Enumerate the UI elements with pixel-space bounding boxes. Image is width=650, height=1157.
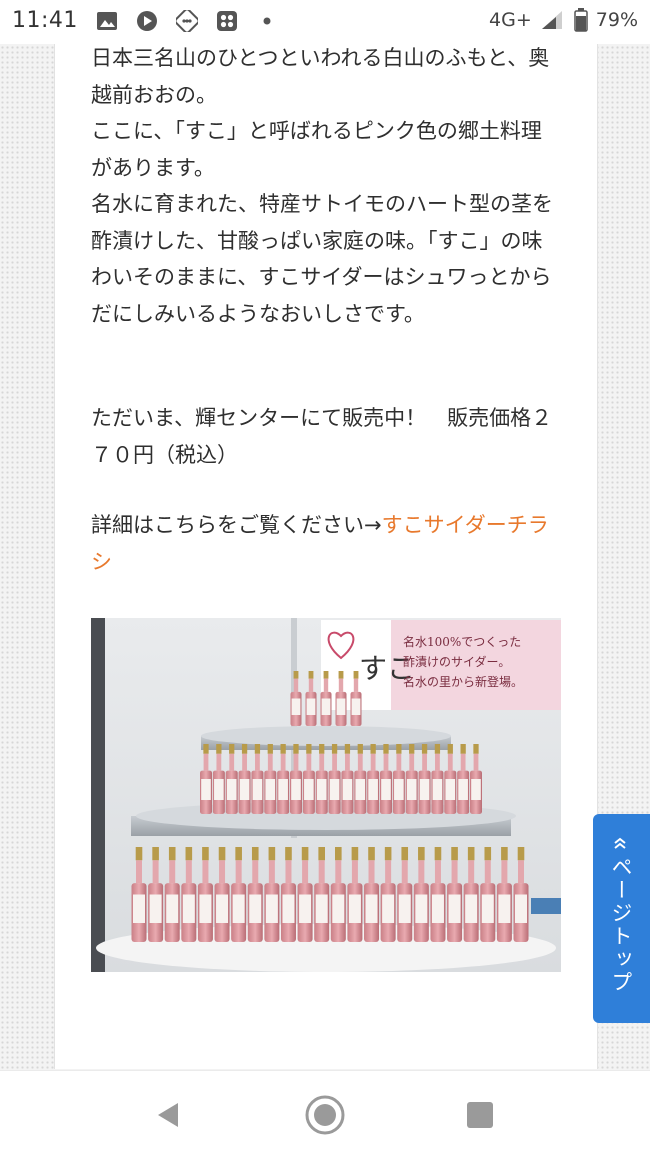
dot-icon — [263, 17, 271, 25]
network-type: 4G+ — [489, 9, 532, 31]
details-text: 詳細はこちらをご覧ください→ — [91, 513, 382, 537]
grid-app-icon — [217, 11, 237, 31]
navigation-bar — [0, 1070, 650, 1157]
status-time: 11:41 — [12, 8, 78, 33]
article-paragraph-intro: 日本三名山のひとつといわれる白山のふもと、奥越前おおの。 ここに、「すこ」と呼ば… — [91, 46, 553, 326]
dice-icon — [176, 10, 198, 32]
banner-line-2: 酢漬けのサイダー。 — [403, 654, 510, 669]
double-chevron-up-icon — [614, 837, 626, 849]
signal-icon — [541, 11, 562, 29]
banner-line-1: 名水100%でつくった — [403, 634, 521, 649]
status-bar: 11:41 4G+ 79% — [0, 0, 650, 44]
notification-icons — [96, 10, 278, 32]
home-circle-icon[interactable] — [303, 1093, 347, 1137]
back-triangle-icon[interactable] — [146, 1093, 190, 1137]
page-top-button[interactable]: ページトップ — [593, 814, 650, 1023]
play-icon — [137, 11, 157, 31]
photo-scene: すこ 名水100%でつくった 酢漬けのサイダー。 名水の里から新登場。 — [91, 618, 561, 972]
article-content: 日本三名山のひとつといわれる白山のふもと、奥越前おおの。 ここに、「すこ」と呼ば… — [54, 44, 598, 1069]
recents-square-icon[interactable] — [458, 1093, 502, 1137]
page-top-label: ページトップ — [609, 856, 633, 994]
battery-level: 79% — [595, 9, 638, 31]
image-icon — [97, 12, 117, 30]
article-paragraph-sales: ただいま、輝センターにて販売中！ 販売価格２７０円（税込） — [91, 406, 553, 467]
cider-display-photo: すこ 名水100%でつくった 酢漬けのサイダー。 名水の里から新登場。 — [91, 618, 561, 972]
status-right: 4G+ 79% — [489, 8, 638, 32]
battery-icon — [574, 8, 588, 32]
banner-line-3: 名水の里から新登場。 — [403, 674, 523, 689]
article-paragraph-details: 詳細はこちらをご覧ください→すこサイダーチラシ — [91, 507, 553, 580]
